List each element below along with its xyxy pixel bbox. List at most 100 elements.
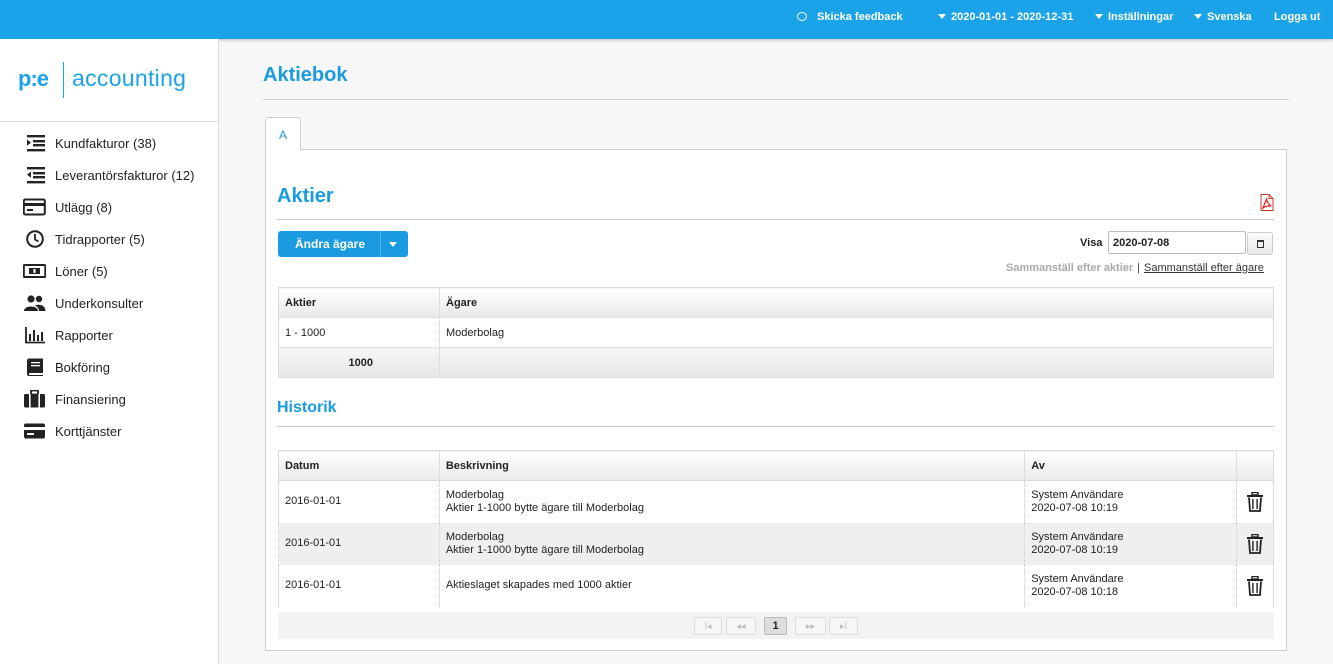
sidebar-item-kundfakturor[interactable]: Kundfakturor (38)	[0, 127, 218, 159]
sidebar-item-loner[interactable]: Löner (5)	[0, 255, 218, 287]
author-name: System Användare	[1031, 572, 1124, 585]
logo-word: accounting	[72, 65, 187, 91]
aktier-divider	[277, 219, 1274, 220]
sidebar-item-korttjanster[interactable]: Korttjänster	[0, 415, 218, 447]
history-table: Datum Beskrivning Av 2016-01-01 Moderbol…	[278, 450, 1274, 607]
summary-links: Sammanställ efter aktier | Sammanställ eft…	[1006, 262, 1264, 274]
column-header-aktier[interactable]: Aktier	[278, 287, 440, 318]
language-dropdown[interactable]: Svenska	[1194, 11, 1252, 23]
calendar-icon	[1257, 240, 1264, 248]
sidebar-item-finansiering[interactable]: Finansiering	[0, 383, 218, 415]
pager-current-page[interactable]: 1	[764, 617, 787, 635]
trash-icon[interactable]	[1246, 575, 1264, 596]
column-header-datum[interactable]: Datum	[278, 450, 440, 481]
pager-next-button[interactable]: ▸▸	[795, 617, 826, 635]
sidebar-item-leverantorsfakturor[interactable]: Leverantörsfakturor (12)	[0, 159, 218, 191]
settings-label: Inställningar	[1108, 11, 1174, 23]
summarize-by-owner-link[interactable]: Sammanställ efter ägare	[1144, 262, 1264, 274]
caret-down-icon	[938, 13, 946, 19]
author-time: 2020-07-08 10:18	[1031, 585, 1119, 598]
change-owner-label: Ändra ägare	[295, 237, 366, 251]
description-line: Aktier 1-1000 bytte ägare till Moderbola…	[445, 501, 644, 514]
date-input[interactable]	[1108, 231, 1246, 254]
description-line: Aktier 1-1000 bytte ägare till Moderbola…	[445, 543, 644, 556]
aktier-heading: Aktier	[277, 185, 334, 207]
period-dropdown[interactable]: 2020-01-01 - 2020-12-31	[938, 11, 1073, 23]
feedback-label: Skicka feedback	[817, 11, 903, 23]
description-line: Moderbolag	[445, 530, 504, 543]
sidebar-item-label: Bokföring	[55, 360, 110, 375]
cell-author: System Användare 2020-07-08 10:19	[1024, 522, 1237, 565]
column-header-agare[interactable]: Ägare	[439, 287, 1274, 318]
users-icon	[24, 295, 46, 311]
caret-down-icon	[1194, 13, 1202, 19]
sidebar-item-label: Leverantörsfakturor (12)	[55, 168, 195, 183]
indent-right-icon	[27, 135, 45, 152]
column-header-actions	[1236, 450, 1274, 481]
sidebar-item-bokforing[interactable]: Bokföring	[0, 351, 218, 383]
pager-first-button[interactable]: I◂	[694, 617, 722, 635]
cell-empty	[439, 347, 1274, 378]
top-bar: Skicka feedback 2020-01-01 - 2020-12-31 …	[0, 0, 1333, 39]
settings-dropdown[interactable]: Inställningar	[1095, 11, 1173, 23]
cell-actions	[1236, 480, 1274, 523]
pager-prev-button[interactable]: ◂◂	[726, 617, 756, 635]
description-line: Aktieslaget skapades med 1000 aktier	[445, 579, 632, 591]
author-name: System Användare	[1031, 530, 1124, 543]
visa-label: Visa	[1080, 237, 1103, 249]
cell-description: Moderbolag Aktier 1-1000 bytte ägare till…	[438, 480, 1026, 523]
calendar-button[interactable]	[1247, 232, 1273, 255]
cell-description: Aktieslaget skapades med 1000 aktier	[438, 564, 1026, 607]
button-separator	[380, 231, 381, 257]
historik-divider	[277, 426, 1274, 427]
cell-actions	[1236, 564, 1274, 607]
period-label: 2020-01-01 - 2020-12-31	[951, 11, 1074, 23]
pager-last-button[interactable]: ▸I	[829, 617, 858, 635]
logo-mark: p:e	[18, 66, 49, 91]
trash-icon[interactable]	[1246, 533, 1264, 554]
author-time: 2020-07-08 10:19	[1031, 501, 1119, 514]
logo-divider	[63, 62, 64, 98]
briefcase-icon	[24, 390, 45, 408]
sidebar-item-label: Underkonsulter	[55, 296, 144, 311]
trash-icon[interactable]	[1246, 491, 1264, 512]
change-owner-button[interactable]: Ändra ägare	[278, 231, 408, 257]
table-row: 2016-01-01 Moderbolag Aktier 1-1000 bytte…	[278, 522, 1274, 565]
sidebar-nav: Kundfakturor (38) Leverantörsfakturor (1…	[0, 127, 218, 447]
page-title: Aktiebok	[263, 64, 348, 86]
sidebar-item-underkonsulter[interactable]: Underkonsulter	[0, 287, 218, 319]
shares-table: Aktier Ägare 1 - 1000 Moderbolag 1000	[278, 287, 1274, 378]
table-row: 1 - 1000 Moderbolag	[278, 317, 1274, 348]
column-header-beskrivning[interactable]: Beskrivning	[438, 450, 1026, 481]
table-row: 2016-01-01 Moderbolag Aktier 1-1000 bytte…	[278, 480, 1274, 523]
cell-author: System Användare 2020-07-08 10:19	[1024, 480, 1237, 523]
title-divider	[263, 99, 1289, 100]
table-header-row: Aktier Ägare	[278, 287, 1274, 318]
feedback-link[interactable]: Skicka feedback	[797, 11, 903, 23]
sidebar-item-label: Korttjänster	[55, 424, 122, 439]
pdf-export-icon[interactable]	[1258, 194, 1275, 211]
summarize-by-shares-link[interactable]: Sammanställ efter aktier	[1006, 262, 1133, 274]
bar-chart-icon	[25, 327, 45, 344]
credit-card-icon	[23, 198, 46, 216]
description-line: Moderbolag	[445, 488, 504, 501]
author-name: System Användare	[1031, 488, 1124, 501]
table-row: 2016-01-01 Aktieslaget skapades med 1000…	[278, 564, 1274, 607]
sidebar-item-utlagg[interactable]: Utlägg (8)	[0, 191, 218, 223]
clock-icon	[26, 230, 44, 248]
cell-date: 2016-01-01	[278, 522, 440, 565]
sidebar-item-tidrapporter[interactable]: Tidrapporter (5)	[0, 223, 218, 255]
historik-heading: Historik	[277, 399, 337, 416]
logout-link[interactable]: Logga ut	[1274, 11, 1320, 23]
indent-left-icon	[27, 167, 45, 184]
cell-author: System Användare 2020-07-08 10:18	[1024, 564, 1237, 607]
sidebar-divider	[0, 121, 218, 122]
sidebar-item-label: Rapporter	[55, 328, 113, 343]
total-shares: 1000	[278, 347, 440, 378]
tab-a[interactable]: A	[265, 117, 301, 150]
sidebar-item-rapporter[interactable]: Rapporter	[0, 319, 218, 351]
speech-bubble-icon	[797, 11, 807, 21]
column-header-av[interactable]: Av	[1024, 450, 1237, 481]
cell-date: 2016-01-01	[278, 564, 440, 607]
caret-down-icon[interactable]	[389, 242, 397, 247]
